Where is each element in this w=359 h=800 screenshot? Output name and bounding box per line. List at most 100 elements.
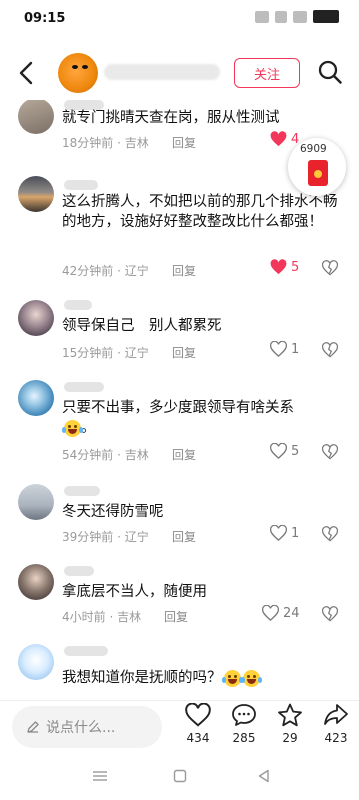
status-bar: 09:15 [0, 0, 359, 40]
like-button[interactable]: 5 [270, 259, 299, 275]
commenter-avatar[interactable] [18, 644, 54, 680]
like-button[interactable]: 1 [270, 525, 299, 541]
commenter-avatar[interactable] [18, 380, 54, 416]
comment-total: 285 [232, 731, 256, 745]
heart-icon [185, 703, 211, 727]
heart-icon [270, 259, 287, 275]
like-button[interactable]: 1 [270, 341, 299, 357]
commenter-name-blurred[interactable] [64, 486, 100, 496]
commenter-avatar[interactable] [18, 564, 54, 600]
comment-time: 42分钟前 [62, 264, 114, 278]
broken-heart-icon[interactable] [322, 342, 338, 358]
comment-text: 领导保自己 别人都累死 [62, 318, 222, 334]
comment-location: 吉林 [124, 136, 149, 150]
system-nav-bar [0, 762, 359, 792]
red-packet-count: 6909 [300, 143, 327, 155]
crying-emoji-icon [221, 669, 243, 687]
like-count: 5 [291, 259, 300, 275]
comment-item: 冬天还得防雪呢 39分钟前 · 辽宁 回复 1 [0, 480, 359, 546]
comment-time: 15分钟前 [62, 346, 114, 360]
comment-text: 冬天还得防雪呢 [62, 504, 164, 520]
broken-heart-icon[interactable] [322, 444, 338, 460]
menu-icon[interactable] [92, 770, 108, 782]
comment-meta: 54分钟前 · 吉林 [62, 448, 149, 462]
reply-button[interactable]: 回复 [172, 344, 196, 361]
search-icon[interactable] [317, 59, 343, 85]
signal-icon-2 [275, 10, 287, 23]
commenter-avatar[interactable] [18, 176, 54, 212]
battery-icon [313, 10, 339, 23]
heart-icon [262, 605, 279, 621]
comment-text-body: 我想知道你是抚顺的吗？ [62, 670, 222, 686]
crying-laughing-emoji-icon [62, 419, 83, 437]
commenter-avatar[interactable] [18, 100, 54, 134]
comment-text: 拿底层不当人，随便用 [62, 584, 207, 600]
comment-text: 只要不出事，多少度跟领导有啥关系 。 [62, 400, 294, 437]
signal-icon [255, 10, 269, 23]
comment-time: 4小时前 [62, 610, 106, 624]
comment-meta: 4小时前 · 吉林 [62, 610, 142, 624]
share-icon [324, 704, 348, 725]
reply-button[interactable]: 回复 [172, 134, 196, 151]
status-icons [255, 10, 339, 23]
like-button[interactable]: 5 [270, 443, 299, 459]
like-count: 1 [291, 525, 300, 541]
like-action[interactable]: 434 [178, 703, 218, 745]
commenter-avatar[interactable] [18, 300, 54, 336]
comment-text: 这么折腾人，不如把以前的那几个排水不畅的地方，设施好好整改整改比什么都强！ [62, 194, 338, 230]
comment-meta: 15分钟前 · 辽宁 [62, 346, 149, 360]
comment-action[interactable]: 285 [224, 703, 264, 745]
comment-location: 辽宁 [124, 264, 149, 278]
like-button[interactable]: 24 [262, 605, 300, 621]
star-icon [278, 703, 302, 727]
heart-icon [270, 443, 287, 459]
red-envelope-icon [308, 160, 328, 186]
comment-meta: 42分钟前 · 辽宁 [62, 264, 149, 278]
heart-icon [270, 131, 287, 147]
header: 关注 [0, 44, 359, 100]
favorite-action[interactable]: 29 [270, 703, 310, 745]
comment-item: 只要不出事，多少度跟领导有啥关系 。 54分钟前 · 吉林 回复 5 [0, 376, 359, 466]
commenter-name-blurred[interactable] [64, 300, 92, 310]
author-avatar[interactable] [58, 53, 98, 93]
comment-location: 辽宁 [124, 530, 149, 544]
comment-item: 领导保自己 别人都累死 15分钟前 · 辽宁 回复 1 [0, 296, 359, 362]
reply-button[interactable]: 回复 [164, 608, 188, 625]
follow-button[interactable]: 关注 [234, 58, 300, 88]
broken-heart-icon[interactable] [322, 526, 338, 542]
comment-input-placeholder: 说点什么... [46, 720, 116, 736]
comment-item: 我想知道你是抚顺的吗？ [0, 642, 359, 700]
comment-text: 就专门挑晴天查在岗，服从性测试 [62, 110, 280, 126]
commenter-name-blurred[interactable] [64, 382, 104, 392]
crying-emoji-icon-2 [240, 669, 262, 687]
comment-input[interactable]: 说点什么... [12, 706, 162, 748]
favorite-total: 29 [282, 731, 298, 745]
author-name-blurred[interactable] [104, 64, 220, 80]
like-total: 434 [186, 731, 210, 745]
chevron-left-icon[interactable] [14, 60, 40, 86]
comment-time: 18分钟前 [62, 136, 114, 150]
share-action[interactable]: 423 [316, 703, 356, 745]
like-count: 5 [291, 443, 300, 459]
comment-text-body: 只要不出事，多少度跟领导有啥关系 [62, 400, 294, 416]
back-nav-icon[interactable] [257, 769, 271, 783]
status-time: 09:15 [24, 11, 66, 26]
reply-button[interactable]: 回复 [172, 528, 196, 545]
commenter-name-blurred[interactable] [64, 566, 94, 576]
reply-button[interactable]: 回复 [172, 446, 196, 463]
commenter-name-blurred[interactable] [64, 646, 108, 656]
comment-location: 吉林 [117, 610, 142, 624]
broken-heart-icon[interactable] [322, 260, 338, 276]
like-count: 1 [291, 341, 300, 357]
reply-button[interactable]: 回复 [172, 262, 196, 279]
red-packet-widget[interactable]: 6909 [288, 138, 346, 196]
comment-time: 54分钟前 [62, 448, 114, 462]
wifi-icon [293, 10, 307, 23]
home-icon[interactable] [173, 769, 187, 783]
like-button[interactable]: 4 [270, 131, 299, 147]
commenter-name-blurred[interactable] [64, 180, 98, 190]
comment-time: 39分钟前 [62, 530, 114, 544]
comment-meta: 39分钟前 · 辽宁 [62, 530, 149, 544]
broken-heart-icon[interactable] [322, 606, 338, 622]
commenter-avatar[interactable] [18, 484, 54, 520]
